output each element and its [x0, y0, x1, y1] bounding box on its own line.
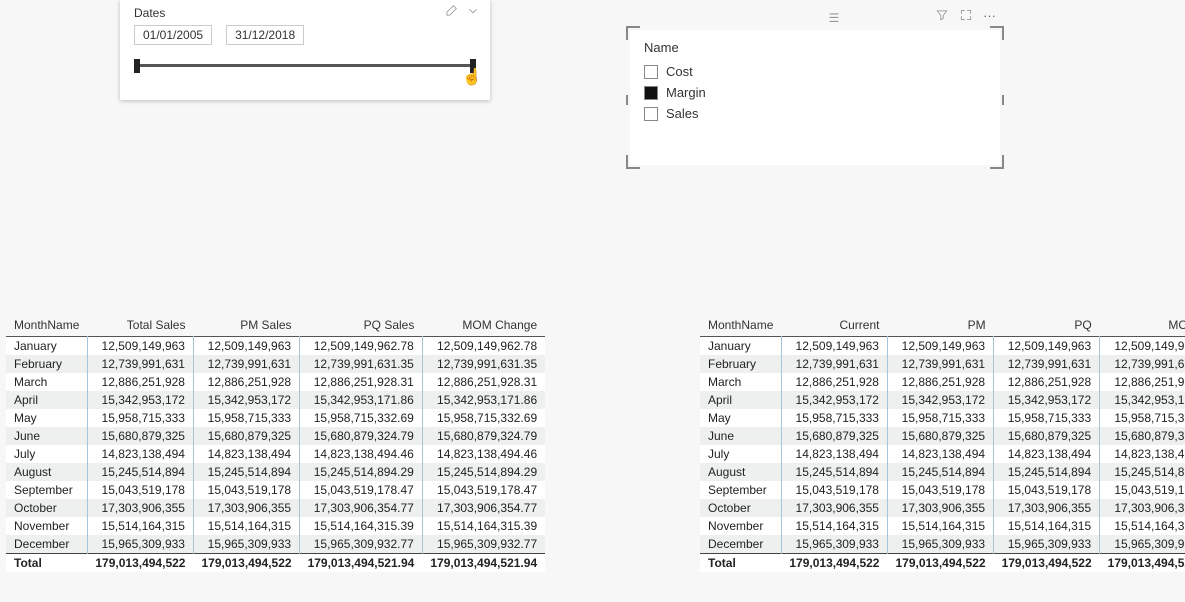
drag-grip-icon[interactable]: ☰: [829, 11, 842, 25]
selection-corner[interactable]: [626, 155, 640, 169]
sales-table-left[interactable]: MonthNameTotal SalesPM SalesPQ SalesMOM …: [6, 314, 545, 572]
table-row[interactable]: October17,303,906,35517,303,906,35517,30…: [700, 499, 1185, 517]
table-row[interactable]: January12,509,149,96312,509,149,96312,50…: [700, 337, 1185, 356]
column-header[interactable]: Total Sales: [87, 314, 193, 337]
column-header[interactable]: MOM Change: [422, 314, 545, 337]
chevron-down-icon[interactable]: [466, 4, 480, 21]
visual-toolbar: ☰ ···: [630, 8, 1000, 28]
column-header[interactable]: MonthName: [6, 314, 87, 337]
table-row[interactable]: December15,965,309,93315,965,309,93315,9…: [6, 535, 545, 554]
slicer-item-margin[interactable]: Margin: [644, 82, 986, 103]
table-row[interactable]: April15,342,953,17215,342,953,17215,342,…: [700, 391, 1185, 409]
column-header[interactable]: Current: [781, 314, 887, 337]
column-header[interactable]: PM Sales: [193, 314, 299, 337]
date-range-slider[interactable]: ☝️: [134, 59, 476, 77]
column-header[interactable]: PQ: [994, 314, 1100, 337]
table-row[interactable]: November15,514,164,31515,514,164,31515,5…: [700, 517, 1185, 535]
total-row: Total179,013,494,522179,013,494,522179,0…: [6, 554, 545, 573]
slicer-item-label: Cost: [666, 64, 693, 79]
filter-icon[interactable]: [935, 8, 949, 25]
table-row[interactable]: February12,739,991,63112,739,991,63112,7…: [700, 355, 1185, 373]
table-row[interactable]: November15,514,164,31515,514,164,31515,5…: [6, 517, 545, 535]
column-header[interactable]: MonthName: [700, 314, 781, 337]
more-options-icon[interactable]: ···: [983, 8, 996, 25]
checkbox-icon[interactable]: [644, 107, 658, 121]
table-row[interactable]: March12,886,251,92812,886,251,92812,886,…: [700, 373, 1185, 391]
date-end-input[interactable]: 31/12/2018: [226, 25, 304, 45]
date-slicer[interactable]: Dates 01/01/2005 31/12/2018 ☝️: [120, 0, 490, 100]
table-row[interactable]: July14,823,138,49414,823,138,49414,823,1…: [700, 445, 1185, 463]
table-row[interactable]: October17,303,906,35517,303,906,35517,30…: [6, 499, 545, 517]
selection-edge[interactable]: [626, 95, 632, 105]
selection-corner[interactable]: [990, 26, 1004, 40]
table-row[interactable]: May15,958,715,33315,958,715,33315,958,71…: [700, 409, 1185, 427]
slicer-item-sales[interactable]: Sales: [644, 103, 986, 124]
slider-handle-start[interactable]: [134, 59, 140, 73]
table-row[interactable]: December15,965,309,93315,965,309,93315,9…: [700, 535, 1185, 554]
table-row[interactable]: March12,886,251,92812,886,251,92812,886,…: [6, 373, 545, 391]
cursor-hand-icon: ☝️: [462, 67, 482, 87]
slider-track: [134, 64, 476, 67]
table-row[interactable]: July14,823,138,49414,823,138,49414,823,1…: [6, 445, 545, 463]
eraser-icon[interactable]: [444, 4, 458, 21]
name-slicer[interactable]: ☰ ··· Name CostMarginSales: [630, 30, 1000, 165]
table-row[interactable]: September15,043,519,17815,043,519,17815,…: [700, 481, 1185, 499]
table-row[interactable]: April15,342,953,17215,342,953,17215,342,…: [6, 391, 545, 409]
date-slicer-title: Dates: [134, 6, 165, 20]
table-row[interactable]: June15,680,879,32515,680,879,32515,680,8…: [700, 427, 1185, 445]
checkbox-icon[interactable]: [644, 65, 658, 79]
slicer-item-label: Sales: [666, 106, 699, 121]
table-row[interactable]: May15,958,715,33315,958,715,33315,958,71…: [6, 409, 545, 427]
table-row[interactable]: August15,245,514,89415,245,514,89415,245…: [6, 463, 545, 481]
sales-table-right[interactable]: MonthNameCurrentPMPQMOM January12,509,14…: [700, 314, 1185, 572]
total-row: Total179,013,494,522179,013,494,522179,0…: [700, 554, 1185, 573]
slicer-item-label: Margin: [666, 85, 706, 100]
table-row[interactable]: August15,245,514,89415,245,514,89415,245…: [700, 463, 1185, 481]
column-header[interactable]: MOM: [1100, 314, 1185, 337]
name-slicer-title: Name: [644, 40, 986, 55]
table-row[interactable]: June15,680,879,32515,680,879,32515,680,8…: [6, 427, 545, 445]
table-row[interactable]: January12,509,149,96312,509,149,96312,50…: [6, 337, 545, 356]
table-row[interactable]: February12,739,991,63112,739,991,63112,7…: [6, 355, 545, 373]
selection-corner[interactable]: [990, 155, 1004, 169]
selection-edge[interactable]: [998, 95, 1004, 105]
date-start-input[interactable]: 01/01/2005: [134, 25, 212, 45]
column-header[interactable]: PQ Sales: [300, 314, 423, 337]
selection-corner[interactable]: [626, 26, 640, 40]
checkbox-icon[interactable]: [644, 86, 658, 100]
table-row[interactable]: September15,043,519,17815,043,519,17815,…: [6, 481, 545, 499]
slicer-item-cost[interactable]: Cost: [644, 61, 986, 82]
column-header[interactable]: PM: [887, 314, 993, 337]
focus-mode-icon[interactable]: [959, 8, 973, 25]
